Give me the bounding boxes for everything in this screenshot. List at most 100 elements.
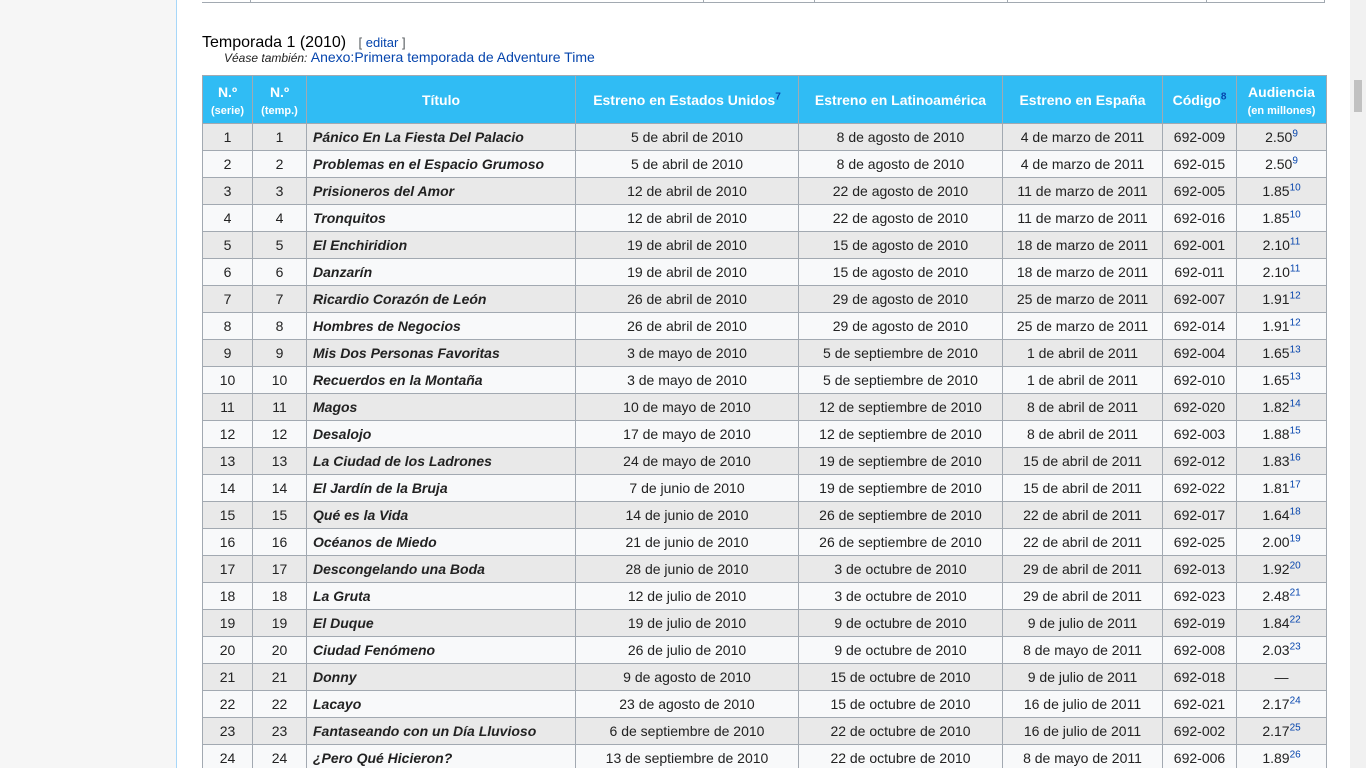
episode-number-series: 12 (202, 420, 253, 448)
ref-link[interactable]: 11 (1290, 236, 1300, 247)
ref-link[interactable]: 9 (1292, 155, 1298, 166)
ref-link[interactable]: 25 (1290, 722, 1301, 733)
ref-link[interactable]: 14 (1290, 398, 1301, 409)
ref-link[interactable]: 18 (1290, 506, 1301, 517)
premiere-latam: 26 de septiembre de 2010 (798, 501, 1003, 529)
premiere-latam: 5 de septiembre de 2010 (798, 339, 1003, 367)
premiere-spain: 25 de marzo de 2011 (1002, 312, 1163, 340)
episode-number-season: 18 (252, 582, 307, 610)
ref-link[interactable]: 21 (1290, 587, 1301, 598)
premiere-us: 26 de abril de 2010 (575, 285, 799, 313)
production-code: 692-025 (1162, 528, 1237, 556)
premiere-spain: 18 de marzo de 2011 (1002, 231, 1163, 259)
episode-title: La Ciudad de los Ladrones (306, 447, 576, 475)
episode-title: Danzarín (306, 258, 576, 286)
production-code: 692-013 (1162, 555, 1237, 583)
header-num-serie: N.º (serie) (202, 75, 253, 124)
premiere-us: 19 de julio de 2010 (575, 609, 799, 637)
audience-millions: 1.6513 (1236, 366, 1327, 394)
episode-number-series: 4 (202, 204, 253, 232)
ref-link[interactable]: 19 (1290, 533, 1301, 544)
ref-link[interactable]: 11 (1290, 263, 1300, 274)
ref-link[interactable]: 12 (1290, 317, 1301, 328)
ref-link[interactable]: 13 (1290, 371, 1301, 382)
episode-title: Problemas en el Espacio Grumoso (306, 150, 576, 178)
production-code: 692-001 (1162, 231, 1237, 259)
premiere-latam: 22 de agosto de 2010 (798, 177, 1003, 205)
scrollbar-thumb[interactable] (1354, 80, 1362, 112)
ref-link[interactable]: 10 (1290, 209, 1301, 220)
premiere-spain: 1 de abril de 2011 (1002, 366, 1163, 394)
audience-millions: 2.1011 (1236, 258, 1327, 286)
premiere-us: 5 de abril de 2010 (575, 123, 799, 151)
ref-link[interactable]: 22 (1290, 614, 1301, 625)
ref-link[interactable]: 17 (1290, 479, 1301, 490)
episode-number-season: 13 (252, 447, 307, 475)
ref-link[interactable]: 13 (1290, 344, 1301, 355)
premiere-us: 10 de mayo de 2010 (575, 393, 799, 421)
edit-section-link[interactable]: editar (366, 35, 399, 50)
episode-table-body: 1 1 Pánico En La Fiesta Del Palacio 5 de ab… (202, 123, 1327, 768)
ref-link[interactable]: 20 (1290, 560, 1301, 571)
premiere-us: 21 de junio de 2010 (575, 528, 799, 556)
premiere-us: 12 de julio de 2010 (575, 582, 799, 610)
audience-millions: 1.8510 (1236, 177, 1327, 205)
premiere-spain: 15 de abril de 2011 (1002, 447, 1163, 475)
ref-link[interactable]: 9 (1292, 128, 1298, 139)
episode-number-series: 14 (202, 474, 253, 502)
premiere-latam: 3 de octubre de 2010 (798, 555, 1003, 583)
premiere-us: 26 de julio de 2010 (575, 636, 799, 664)
premiere-spain: 22 de abril de 2011 (1002, 501, 1163, 529)
ref-link[interactable]: 7 (775, 91, 781, 102)
premiere-latam: 15 de octubre de 2010 (798, 663, 1003, 691)
episode-number-series: 15 (202, 501, 253, 529)
premiere-latam: 22 de octubre de 2010 (798, 717, 1003, 745)
episode-title: ¿Pero Qué Hicieron? (306, 744, 576, 768)
ref-link[interactable]: 24 (1290, 695, 1301, 706)
premiere-us: 12 de abril de 2010 (575, 177, 799, 205)
ref-link[interactable]: 8 (1221, 91, 1227, 102)
page-scrollbar[interactable] (1350, 0, 1366, 768)
episode-number-series: 13 (202, 447, 253, 475)
table-row: 13 13 La Ciudad de los Ladrones 24 de mayo … (202, 447, 1327, 475)
episode-number-season: 3 (252, 177, 307, 205)
ref-link[interactable]: 12 (1290, 290, 1301, 301)
premiere-spain: 9 de julio de 2011 (1002, 609, 1163, 637)
premiere-latam: 29 de agosto de 2010 (798, 285, 1003, 313)
ref-link[interactable]: 16 (1290, 452, 1301, 463)
episode-title: Ciudad Fenómeno (306, 636, 576, 664)
premiere-latam: 5 de septiembre de 2010 (798, 366, 1003, 394)
episode-number-series: 6 (202, 258, 253, 286)
production-code: 692-005 (1162, 177, 1237, 205)
episode-number-series: 16 (202, 528, 253, 556)
table-row: 6 6 Danzarín 19 de abril de 2010 15 de agost… (202, 258, 1327, 286)
ref-link[interactable]: 10 (1290, 182, 1301, 193)
production-code: 692-012 (1162, 447, 1237, 475)
premiere-spain: 8 de abril de 2011 (1002, 420, 1163, 448)
episode-number-season: 21 (252, 663, 307, 691)
episode-number-season: 7 (252, 285, 307, 313)
audience-millions: 1.6513 (1236, 339, 1327, 367)
audience-millions: 1.6418 (1236, 501, 1327, 529)
episode-title: Mis Dos Personas Favoritas (306, 339, 576, 367)
table-row: 3 3 Prisioneros del Amor 12 de abril de 201… (202, 177, 1327, 205)
table-row: 15 15 Qué es la Vida 14 de junio de 2010 26 … (202, 501, 1327, 529)
production-code: 692-006 (1162, 744, 1237, 768)
ref-link[interactable]: 26 (1290, 749, 1301, 760)
episode-title: Magos (306, 393, 576, 421)
audience-millions: 1.8117 (1236, 474, 1327, 502)
premiere-us: 14 de junio de 2010 (575, 501, 799, 529)
episode-number-series: 1 (202, 123, 253, 151)
see-also-link[interactable]: Anexo:Primera temporada de Adventure Tim… (311, 49, 595, 65)
header-us: Estreno en Estados Unidos7 (575, 75, 799, 124)
episode-number-season: 19 (252, 609, 307, 637)
header-latam: Estreno en Latinoamérica (798, 75, 1003, 124)
episode-title: Pánico En La Fiesta Del Palacio (306, 123, 576, 151)
premiere-us: 13 de septiembre de 2010 (575, 744, 799, 768)
episode-number-series: 11 (202, 393, 253, 421)
table-row: 19 19 El Duque 19 de julio de 2010 9 de octu… (202, 609, 1327, 637)
ref-link[interactable]: 15 (1290, 425, 1301, 436)
ref-link[interactable]: 23 (1290, 641, 1301, 652)
episode-title: Tronquitos (306, 204, 576, 232)
episode-number-series: 21 (202, 663, 253, 691)
